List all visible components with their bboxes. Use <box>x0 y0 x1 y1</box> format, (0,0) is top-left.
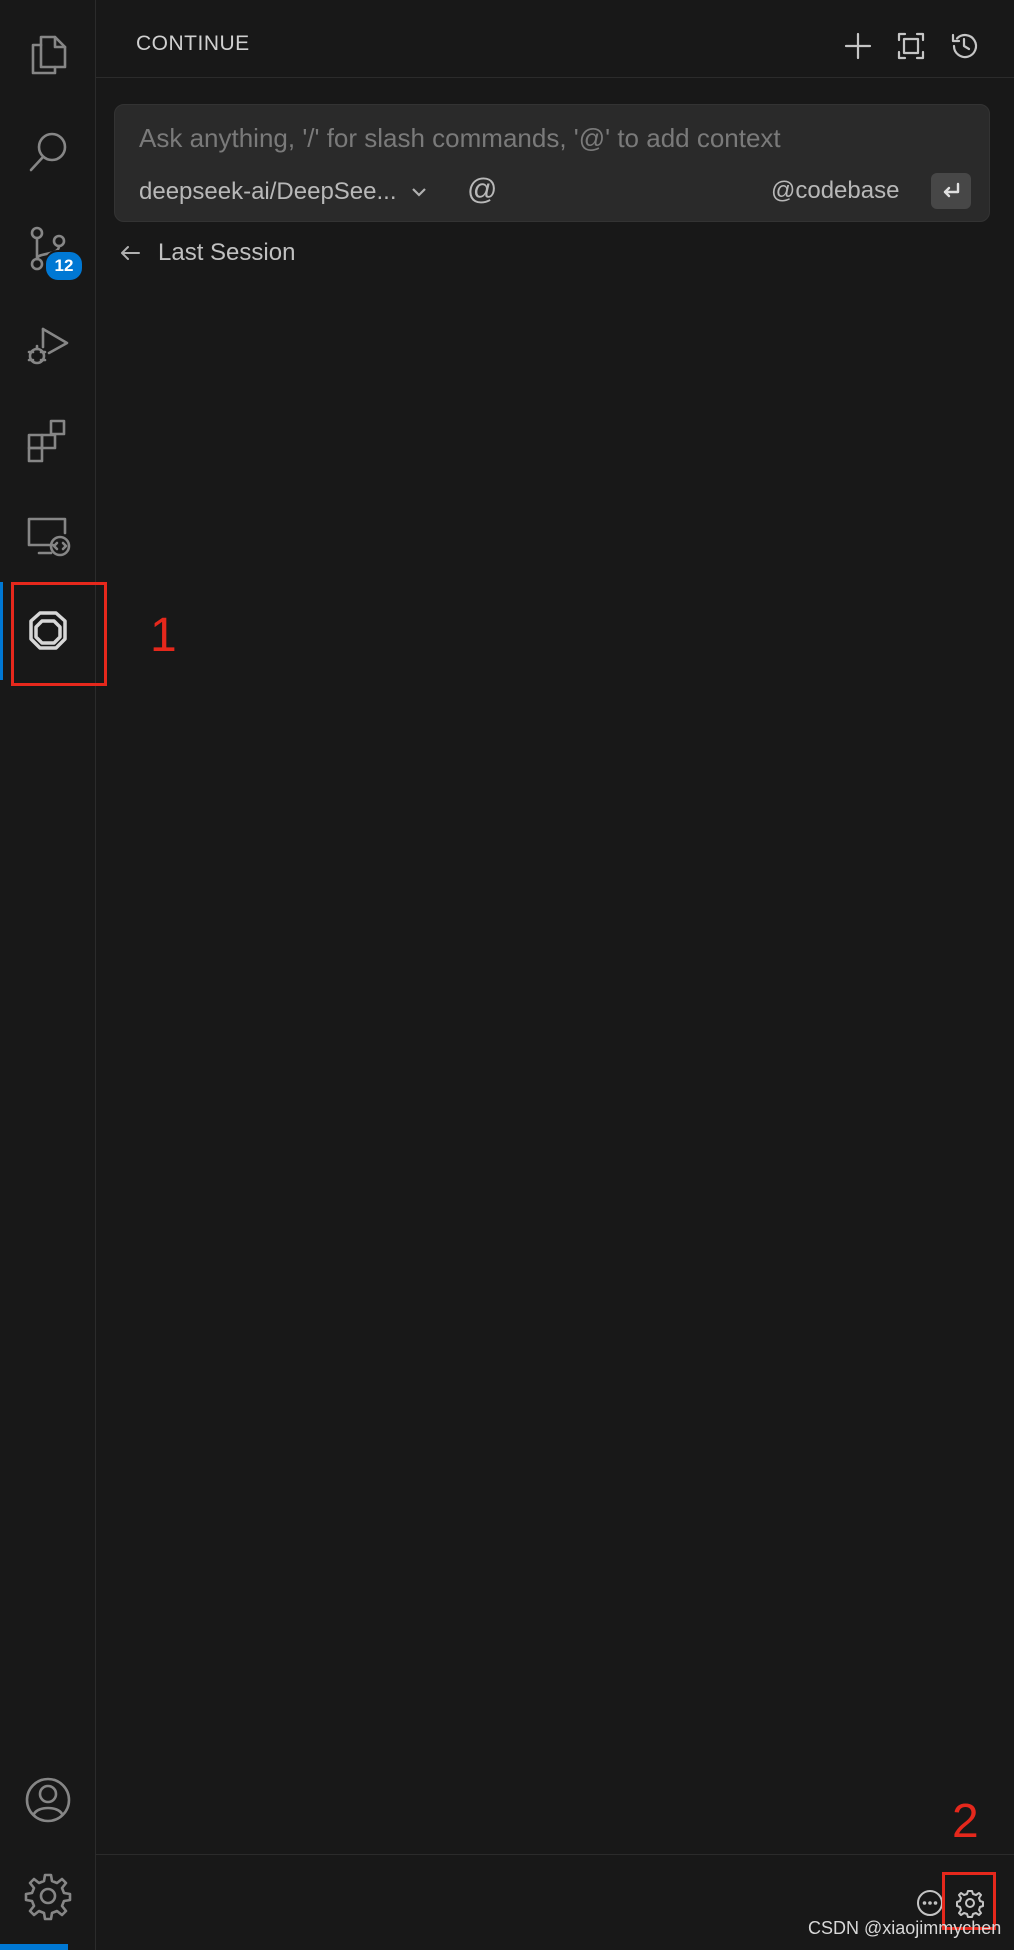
chevron-down-icon <box>411 188 426 197</box>
files-icon <box>31 35 67 75</box>
continue-panel: CONTINUE deepseek-ai/DeepSee... @ @codeb… <box>96 0 1014 1950</box>
search-icon <box>29 132 67 172</box>
activity-bar: 12 <box>0 0 96 1950</box>
submit-button[interactable] <box>931 173 971 209</box>
activity-remote-explorer[interactable] <box>0 488 96 584</box>
activity-manage[interactable] <box>0 1848 96 1944</box>
history-icon <box>951 33 978 59</box>
gear-icon <box>24 1873 72 1921</box>
status-bar-accent <box>0 1944 68 1950</box>
fullscreen-button[interactable] <box>891 26 931 66</box>
last-session-label: Last Session <box>158 239 296 266</box>
activity-run-debug[interactable] <box>0 296 96 392</box>
history-button[interactable] <box>944 26 984 66</box>
model-selector[interactable]: deepseek-ai/DeepSee... <box>139 175 429 209</box>
plus-icon <box>844 32 872 60</box>
panel-header: CONTINUE <box>96 6 1014 78</box>
remote-explorer-icon <box>27 517 71 557</box>
chat-input-box[interactable]: deepseek-ai/DeepSee... @ @codebase <box>114 104 990 222</box>
fullscreen-icon <box>897 32 925 60</box>
codebase-button[interactable]: @codebase <box>771 177 899 205</box>
activity-source-control[interactable] <box>0 200 96 296</box>
arrow-left-icon <box>121 246 140 260</box>
activity-extensions[interactable] <box>0 392 96 488</box>
more-icon <box>917 1890 943 1916</box>
model-selected-label: deepseek-ai/DeepSee... <box>139 178 397 205</box>
activity-accounts[interactable] <box>0 1752 96 1848</box>
activity-search[interactable] <box>0 104 96 200</box>
source-control-badge: 12 <box>44 250 84 282</box>
chat-input[interactable] <box>137 119 941 157</box>
add-context-button[interactable]: @ <box>467 173 497 207</box>
watermark: CSDN @xiaojimmychen <box>808 1918 1002 1938</box>
enter-icon <box>943 182 960 198</box>
account-icon <box>25 1777 71 1823</box>
annotation-box-1 <box>11 582 107 686</box>
run-debug-icon <box>27 327 69 365</box>
new-session-button[interactable] <box>838 26 878 66</box>
annotation-label-1: 1 <box>150 609 177 662</box>
panel-title: CONTINUE <box>136 32 250 55</box>
activity-explorer[interactable] <box>0 6 96 102</box>
extensions-icon <box>27 419 66 463</box>
last-session-link[interactable]: Last Session <box>118 236 295 270</box>
annotation-label-2: 2 <box>952 1795 979 1848</box>
